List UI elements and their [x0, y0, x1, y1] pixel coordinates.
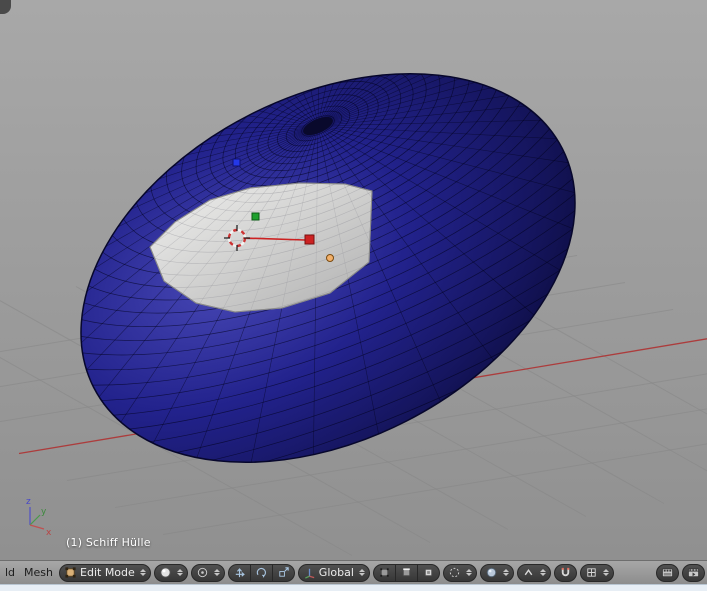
axis-y-label: y — [41, 507, 47, 517]
proportional-edit-dropdown[interactable] — [442, 563, 477, 582]
render-opengl-button[interactable] — [656, 563, 679, 582]
orientation-axes-icon — [303, 566, 316, 579]
mode-dropdown[interactable]: Edit Mode — [59, 563, 151, 582]
scene-render — [0, 0, 707, 560]
orientation-dropdown[interactable]: Global — [297, 563, 370, 582]
dropdown-arrows-icon — [213, 569, 220, 576]
snap-target-dropdown[interactable] — [579, 563, 614, 582]
film-animation-icon — [687, 566, 700, 579]
axis-gizmo: z y x — [26, 497, 52, 538]
viewport-3d[interactable] — [0, 0, 707, 560]
magnet-icon — [559, 566, 572, 579]
face-select-button[interactable] — [417, 563, 440, 582]
manipulator-scale-button[interactable] — [272, 563, 295, 582]
manipulator-toggle-group — [227, 563, 295, 582]
handle-blue[interactable] — [232, 158, 241, 167]
dropdown-arrows-icon — [358, 569, 365, 576]
orientation-label: Global — [318, 566, 354, 579]
app-window: z y x (1) Schiff Hülle ld Mesh Edit Mode — [0, 0, 707, 591]
pivot-point-icon — [196, 566, 209, 579]
film-still-icon — [661, 566, 674, 579]
object-origin — [326, 254, 334, 262]
axis-y-line — [29, 514, 41, 526]
dropdown-arrows-icon — [465, 569, 472, 576]
falloff-sphere-icon — [485, 566, 498, 579]
vertex-select-icon — [378, 566, 391, 579]
rotate-icon — [255, 566, 268, 579]
face-select-icon — [422, 566, 435, 579]
active-object-info: (1) Schiff Hülle — [66, 536, 151, 549]
falloff-dropdown[interactable] — [479, 563, 514, 582]
solid-shading-icon — [159, 566, 172, 579]
edge-select-icon — [400, 566, 413, 579]
dropdown-arrows-icon — [539, 569, 546, 576]
vertex-select-button[interactable] — [372, 563, 396, 582]
edit-mode-icon — [64, 566, 77, 579]
handle-green[interactable] — [251, 212, 260, 221]
manipulator-rotate-button[interactable] — [250, 563, 273, 582]
dropdown-arrows-icon — [602, 569, 609, 576]
axis-x-label: x — [46, 528, 52, 538]
view3d-header: ld Mesh Edit Mode Global — [0, 560, 707, 585]
grid-icon — [585, 566, 598, 579]
dropdown-arrows-icon — [502, 569, 509, 576]
axis-z-label: z — [26, 497, 31, 507]
mode-label: Edit Mode — [80, 566, 135, 579]
render-animation-button[interactable] — [682, 563, 705, 582]
menu-mesh[interactable]: Mesh — [21, 566, 56, 579]
dropdown-arrows-icon — [139, 569, 146, 576]
x-axis-handle[interactable] — [304, 234, 315, 245]
select-mode-group — [372, 563, 440, 582]
pivot-dropdown[interactable] — [190, 563, 225, 582]
dropdown-arrows-icon — [176, 569, 183, 576]
menu-add[interactable]: ld — [2, 566, 18, 579]
snap-magnet-button[interactable] — [553, 563, 577, 582]
shading-dropdown[interactable] — [153, 563, 188, 582]
snap-element-dropdown[interactable] — [516, 563, 551, 582]
manipulator-translate-button[interactable] — [227, 563, 251, 582]
axis-x-line — [29, 524, 45, 530]
chevron-up-icon — [522, 566, 535, 579]
translate-icon — [233, 566, 246, 579]
proportional-circle-icon — [448, 566, 461, 579]
scale-icon — [277, 566, 290, 579]
timeline-editor-edge — [0, 584, 707, 591]
edge-select-button[interactable] — [395, 563, 418, 582]
